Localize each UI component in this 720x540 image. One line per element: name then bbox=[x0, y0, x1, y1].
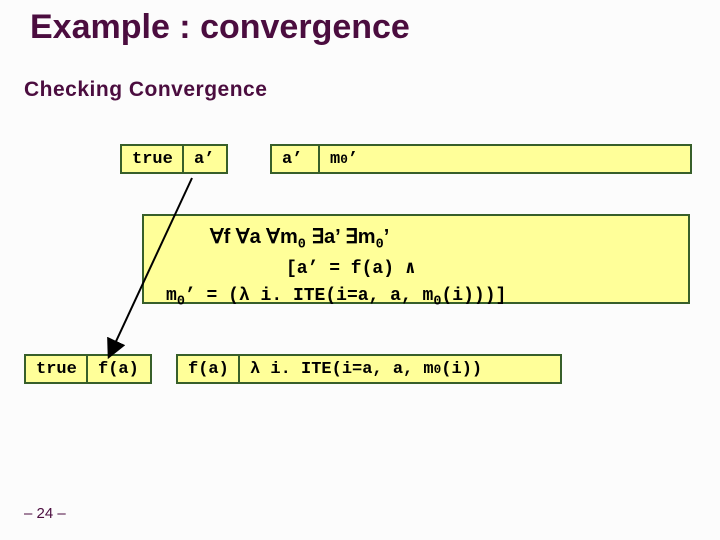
formula-line-2: [a’ = f(a) ∧ bbox=[156, 256, 676, 283]
page-number: – 24 – bbox=[24, 505, 66, 522]
cell-m0-prime: m0’ bbox=[320, 146, 690, 172]
subscript: 0 bbox=[177, 294, 185, 309]
state-box-top-right: a’ m0’ bbox=[270, 144, 692, 174]
subscript: 0 bbox=[340, 152, 348, 167]
subscript: 0 bbox=[376, 238, 384, 253]
cell-a-prime: a’ bbox=[272, 146, 320, 172]
formula-line-1: ∀f ∀a ∀m0 ∃a’ ∃m0’ bbox=[156, 222, 676, 256]
formula-line-3: m0’ = (λ i. ITE(i=a, a, m0(i)))] bbox=[156, 283, 676, 313]
subscript: 0 bbox=[298, 238, 306, 253]
text: m bbox=[166, 286, 177, 306]
slide-title: Example : convergence bbox=[30, 8, 410, 47]
cell-true: true bbox=[26, 356, 88, 382]
cell-lambda-ite: λ i. ITE(i=a, a, m0(i)) bbox=[240, 356, 560, 382]
text: ∃a’ ∃m bbox=[306, 226, 376, 248]
text: (i)))] bbox=[441, 286, 506, 306]
text: ’ bbox=[384, 226, 390, 248]
text: [a’ = f(a) ∧ bbox=[286, 259, 416, 279]
cell-true: true bbox=[122, 146, 184, 172]
slide-subtitle: Checking Convergence bbox=[24, 78, 267, 102]
text: (i)) bbox=[441, 360, 482, 379]
subscript: 0 bbox=[434, 362, 442, 377]
state-box-top-left: true a’ bbox=[120, 144, 228, 174]
text: λ i. ITE(i=a, a, m bbox=[250, 360, 434, 379]
cell-fa: f(a) bbox=[178, 356, 240, 382]
state-box-bottom-right: f(a) λ i. ITE(i=a, a, m0(i)) bbox=[176, 354, 562, 384]
cell-a-prime: a’ bbox=[184, 146, 226, 172]
state-box-bottom-left: true f(a) bbox=[24, 354, 152, 384]
text: m bbox=[330, 150, 340, 169]
cell-fa: f(a) bbox=[88, 356, 150, 382]
text: ’ bbox=[348, 150, 358, 169]
